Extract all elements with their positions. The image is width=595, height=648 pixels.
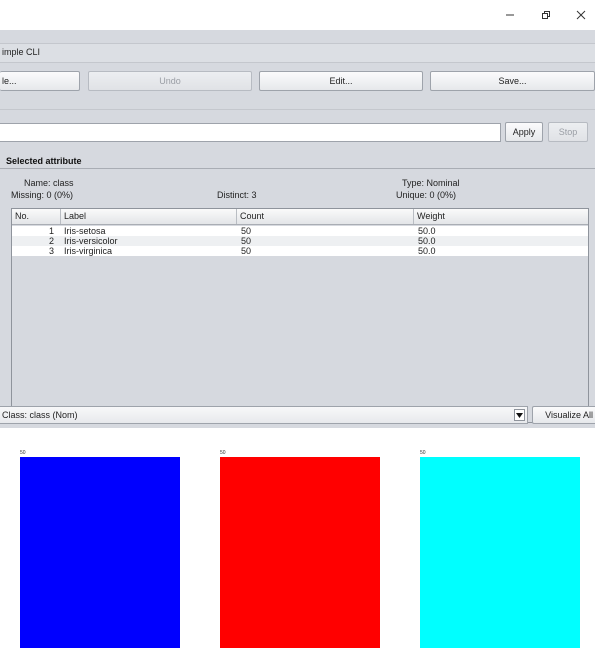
filter-field[interactable] — [0, 123, 501, 142]
label-table: No. Label Count Weight 1 Iris-setosa 50 … — [11, 208, 589, 423]
column-header-label[interactable]: Label — [61, 209, 237, 224]
restore-button[interactable] — [536, 6, 556, 24]
attribute-type: Type: Nominal — [402, 178, 460, 188]
table-row[interactable]: 3 Iris-virginica 50 50.0 — [12, 246, 588, 256]
undo-button[interactable]: Undo — [88, 71, 252, 91]
minimize-icon — [506, 14, 514, 16]
simple-cli-menu[interactable]: imple CLI — [2, 47, 40, 57]
class-histogram: 50 50 50 — [0, 428, 595, 648]
preprocess-panel: imple CLI le... Undo Edit... Save... App… — [0, 30, 595, 428]
close-icon — [576, 10, 586, 20]
attribute-unique: Unique: 0 (0%) — [396, 190, 457, 200]
open-file-button[interactable]: le... — [0, 71, 80, 91]
divider — [0, 109, 595, 110]
section-divider — [0, 168, 595, 169]
attribute-distinct: Distinct: 3 — [217, 190, 257, 200]
menu-bar: imple CLI — [0, 43, 595, 63]
class-selector[interactable]: Class: class (Nom) — [0, 406, 528, 424]
column-header-weight[interactable]: Weight — [414, 209, 588, 224]
dropdown-arrow-icon[interactable] — [514, 409, 525, 421]
window-title-bar — [0, 0, 595, 30]
row-weight: 50.0 — [418, 236, 436, 246]
save-button[interactable]: Save... — [430, 71, 595, 91]
bar-value-label: 50 — [220, 450, 226, 456]
edit-button[interactable]: Edit... — [259, 71, 423, 91]
row-count: 50 — [241, 246, 252, 256]
attribute-missing: Missing: 0 (0%) — [11, 190, 74, 200]
row-number: 3 — [49, 246, 55, 256]
selected-attribute-title: Selected attribute — [6, 156, 82, 166]
visualize-all-button[interactable]: Visualize All — [532, 406, 595, 424]
class-selector-value: Class: class (Nom) — [2, 410, 78, 420]
minimize-button[interactable] — [500, 6, 520, 24]
stop-button[interactable]: Stop — [548, 122, 588, 142]
row-label: Iris-setosa — [64, 226, 106, 236]
attribute-name: Name: class — [24, 178, 74, 188]
apply-button[interactable]: Apply — [505, 122, 543, 142]
histogram-bar-1 — [20, 457, 180, 648]
table-row[interactable]: 1 Iris-setosa 50 50.0 — [12, 226, 588, 236]
row-weight: 50.0 — [418, 246, 436, 256]
row-number: 1 — [49, 226, 55, 236]
row-label: Iris-virginica — [64, 246, 113, 256]
column-header-count[interactable]: Count — [237, 209, 414, 224]
row-count: 50 — [241, 236, 252, 246]
row-count: 50 — [241, 226, 252, 236]
bar-value-label: 50 — [20, 450, 26, 456]
table-header: No. Label Count Weight — [12, 209, 588, 225]
histogram-bar-3 — [420, 457, 580, 648]
histogram-bar-2 — [220, 457, 380, 648]
bar-value-label: 50 — [420, 450, 426, 456]
row-label: Iris-versicolor — [64, 236, 118, 246]
restore-icon — [542, 11, 550, 19]
table-row[interactable]: 2 Iris-versicolor 50 50.0 — [12, 236, 588, 246]
row-weight: 50.0 — [418, 226, 436, 236]
row-number: 2 — [49, 236, 55, 246]
close-button[interactable] — [571, 6, 591, 24]
column-header-no[interactable]: No. — [12, 209, 61, 224]
